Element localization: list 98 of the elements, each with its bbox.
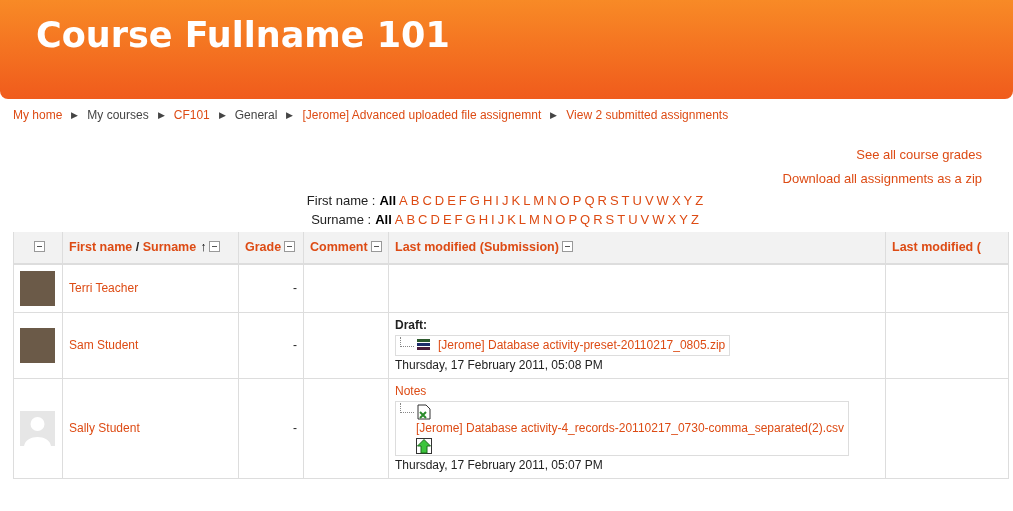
filter-label: First name :: [306, 193, 376, 208]
initial-filter-link[interactable]: Q: [580, 212, 591, 227]
initial-filter-link[interactable]: I: [491, 212, 495, 227]
initial-filter-link[interactable]: J: [501, 193, 509, 208]
initial-filter-link[interactable]: H: [482, 193, 493, 208]
filter-label: Surname :: [311, 212, 372, 227]
initial-filter-link[interactable]: L: [518, 212, 527, 227]
breadcrumb-separator: ▶: [218, 109, 226, 122]
upload-arrow-icon[interactable]: [416, 437, 432, 454]
initial-filter-link[interactable]: X: [671, 193, 681, 208]
file-link[interactable]: [Jerome] Database activity-preset-20110217_0805.zip: [438, 337, 726, 354]
initial-filter-link[interactable]: F: [458, 193, 467, 208]
initial-filter-link[interactable]: G: [469, 193, 480, 208]
sort-arrow: ↑: [200, 240, 207, 255]
header-separator: /: [135, 240, 140, 255]
breadcrumb-separator: ▶: [157, 109, 165, 122]
initial-filter-link[interactable]: Y: [679, 212, 688, 227]
initial-filter-link[interactable]: E: [442, 212, 452, 227]
initial-filter-link[interactable]: U: [628, 212, 638, 227]
column-header-link[interactable]: First name: [69, 240, 133, 255]
initial-filter-link[interactable]: W: [656, 193, 669, 208]
initial-filter-link[interactable]: T: [617, 212, 626, 227]
collapse-icon[interactable]: [34, 241, 45, 253]
initial-filter-link[interactable]: A: [399, 193, 408, 208]
grade-value: -: [293, 421, 297, 435]
photo-placeholder: [20, 328, 55, 363]
action-link[interactable]: Download all assignments as a zip: [782, 171, 982, 186]
draft-label: Draft:: [395, 317, 428, 334]
initial-filter-link[interactable]: Z: [695, 193, 704, 208]
initial-filter-link[interactable]: N: [547, 193, 557, 208]
initial-filter-link[interactable]: O: [555, 212, 566, 227]
initial-filter-link[interactable]: B: [410, 193, 420, 208]
initial-filter-link[interactable]: D: [430, 212, 440, 227]
submission-date: Thursday, 17 February 2011, 05:07 PM: [395, 457, 604, 474]
initial-filter-link[interactable]: A: [394, 212, 404, 227]
initial-filter-link[interactable]: All: [379, 193, 397, 208]
initial-filter-link[interactable]: O: [559, 193, 570, 208]
initial-filter-link[interactable]: X: [667, 212, 677, 227]
user-name-link[interactable]: Sally Student: [69, 421, 140, 435]
breadcrumb-item: My courses: [87, 108, 149, 123]
stacked-bars-icon: [416, 337, 432, 353]
column-header-link[interactable]: Last modified (Submission): [395, 240, 559, 255]
submission-date: Thursday, 17 February 2011, 05:08 PM: [395, 357, 604, 374]
initial-filter-link[interactable]: H: [478, 212, 488, 227]
initial-filter-link[interactable]: C: [418, 212, 428, 227]
photo-placeholder: [20, 271, 55, 306]
breadcrumb-link[interactable]: View 2 submitted assignments: [566, 108, 729, 123]
breadcrumb-separator: ▶: [550, 109, 558, 122]
initial-filter-link[interactable]: F: [454, 212, 463, 227]
initial-filter-link[interactable]: N: [542, 212, 553, 227]
breadcrumb-link[interactable]: [Jerome] Advanced uploaded file assignemnt: [302, 108, 542, 123]
breadcrumb-separator: ▶: [286, 109, 294, 122]
collapse-icon[interactable]: [284, 241, 296, 253]
initial-filter-link[interactable]: U: [632, 193, 642, 208]
initial-filter-link[interactable]: V: [644, 193, 654, 208]
initial-filter-link[interactable]: D: [434, 193, 445, 208]
initial-filter-link[interactable]: B: [406, 212, 416, 227]
breadcrumb-item: General: [234, 108, 278, 123]
breadcrumb-link[interactable]: My home: [13, 108, 63, 123]
initial-filter-link[interactable]: I: [495, 193, 499, 208]
user-name-link[interactable]: Sam Student: [69, 338, 139, 352]
grade-value: -: [293, 338, 297, 352]
avatar-silhouette-icon: [20, 411, 55, 446]
initial-filter-link[interactable]: M: [533, 193, 545, 208]
initial-filter-link[interactable]: Q: [584, 193, 595, 208]
spreadsheet-file-icon: [416, 403, 432, 420]
initial-filter-link[interactable]: M: [529, 212, 540, 227]
grade-value: -: [293, 281, 297, 295]
breadcrumb-link[interactable]: CF101: [173, 108, 210, 123]
initial-filter-link[interactable]: P: [568, 212, 578, 227]
action-link[interactable]: See all course grades: [856, 147, 982, 162]
initial-filter-link[interactable]: Y: [683, 193, 693, 208]
user-name-link[interactable]: Terri Teacher: [69, 281, 139, 295]
initial-filter-link[interactable]: All: [375, 212, 392, 227]
notes-link[interactable]: Notes: [395, 384, 427, 398]
initial-filter-link[interactable]: K: [507, 212, 516, 227]
initial-filter-link[interactable]: K: [511, 193, 521, 208]
collapse-icon[interactable]: [209, 241, 221, 253]
collapse-icon[interactable]: [370, 241, 382, 253]
initial-filter-link[interactable]: Z: [690, 212, 699, 227]
initial-filter-link[interactable]: R: [597, 193, 607, 208]
initial-filter-link[interactable]: J: [497, 212, 505, 227]
initial-filter-link[interactable]: S: [609, 193, 619, 208]
course-title: Course Fullname 101: [36, 14, 450, 56]
initial-filter-link[interactable]: P: [572, 193, 582, 208]
initial-filter-link[interactable]: L: [523, 193, 531, 208]
initial-filter-link[interactable]: S: [605, 212, 615, 227]
column-header-link[interactable]: Surname: [142, 240, 197, 255]
initial-filter-link[interactable]: C: [422, 193, 432, 208]
initial-filter-link[interactable]: E: [447, 193, 456, 208]
initial-filter-link[interactable]: R: [593, 212, 603, 227]
breadcrumb-separator: ▶: [71, 109, 79, 122]
initial-filter-link[interactable]: V: [640, 212, 650, 227]
initial-filter-link[interactable]: W: [652, 212, 665, 227]
collapse-icon[interactable]: [561, 241, 573, 253]
initial-filter-link[interactable]: T: [621, 193, 630, 208]
file-link[interactable]: [Jerome] Database activity-4_records-20110217_0730-comma_separated(2).csv: [416, 421, 844, 435]
initial-filter-link[interactable]: G: [465, 212, 476, 227]
